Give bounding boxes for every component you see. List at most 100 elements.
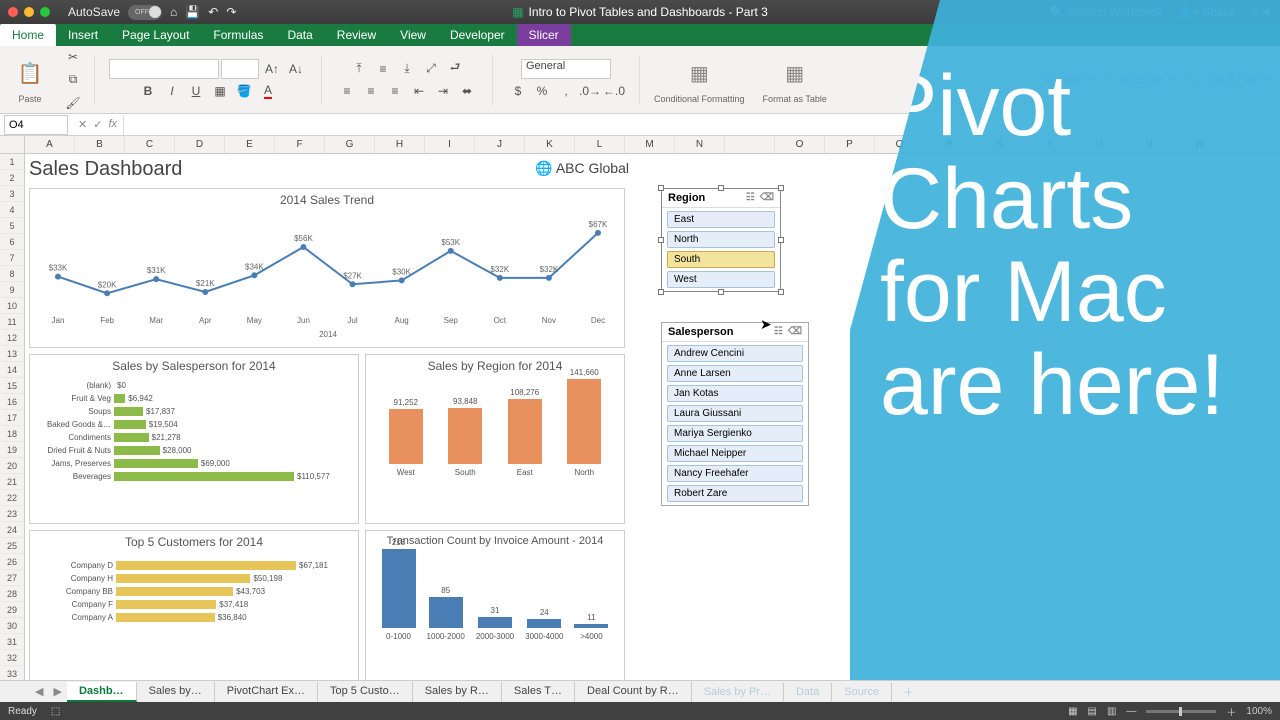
decrease-indent-icon[interactable]: ⇤ bbox=[408, 81, 430, 101]
merge-icon[interactable]: ⬌ bbox=[456, 81, 478, 101]
tab-data[interactable]: Data bbox=[275, 24, 324, 46]
copy-icon[interactable]: ⧉ bbox=[62, 70, 84, 90]
increase-decimal-icon[interactable]: .0→ bbox=[579, 81, 601, 101]
slicer-option[interactable]: Jan Kotas bbox=[667, 385, 803, 402]
font-select[interactable] bbox=[109, 59, 219, 79]
tab-nav-prev[interactable]: ◀ bbox=[30, 685, 48, 698]
new-sheet-button[interactable]: ＋ bbox=[898, 684, 919, 700]
fx-icon[interactable]: fx bbox=[108, 118, 117, 131]
row-header[interactable]: 6 bbox=[0, 234, 24, 250]
row-header[interactable]: 7 bbox=[0, 250, 24, 266]
row-header[interactable]: 24 bbox=[0, 522, 24, 538]
view-pagebreak-icon[interactable]: ▥ bbox=[1107, 706, 1116, 717]
slicer-option[interactable]: North bbox=[667, 231, 775, 248]
increase-indent-icon[interactable]: ⇥ bbox=[432, 81, 454, 101]
chart-sales-trend[interactable]: 2014 Sales Trend $33K$20K$31K$21K$34K$56… bbox=[29, 188, 625, 348]
row-header[interactable]: 15 bbox=[0, 378, 24, 394]
multiselect-icon[interactable]: ☷ bbox=[746, 192, 755, 204]
col-header[interactable]: J bbox=[475, 136, 525, 153]
row-header[interactable]: 20 bbox=[0, 458, 24, 474]
align-bottom-icon[interactable]: ⤓ bbox=[396, 59, 418, 79]
align-middle-icon[interactable]: ≡ bbox=[372, 59, 394, 79]
slicer-option[interactable]: Nancy Freehafer bbox=[667, 465, 803, 482]
align-right-icon[interactable]: ≡ bbox=[384, 81, 406, 101]
row-header[interactable]: 13 bbox=[0, 346, 24, 362]
orientation-icon[interactable]: ⤢ bbox=[420, 59, 442, 79]
row-header[interactable]: 28 bbox=[0, 586, 24, 602]
close-window-icon[interactable] bbox=[8, 7, 18, 17]
increase-font-icon[interactable]: A↑ bbox=[261, 59, 283, 79]
row-header[interactable]: 31 bbox=[0, 634, 24, 650]
slicer-option[interactable]: East bbox=[667, 211, 775, 228]
row-header[interactable]: 9 bbox=[0, 282, 24, 298]
slicer-salesperson[interactable]: Salesperson☷ ⌫ Andrew CenciniAnne Larsen… bbox=[661, 322, 809, 506]
sheet-tab[interactable]: Sales by Pr… bbox=[692, 683, 784, 701]
row-header[interactable]: 8 bbox=[0, 266, 24, 282]
row-header[interactable]: 23 bbox=[0, 506, 24, 522]
zoom-in-icon[interactable]: ＋ bbox=[1226, 704, 1236, 719]
row-header[interactable]: 2 bbox=[0, 170, 24, 186]
italic-button[interactable]: I bbox=[161, 81, 183, 101]
zoom-level[interactable]: 100% bbox=[1246, 706, 1272, 717]
row-header[interactable]: 11 bbox=[0, 314, 24, 330]
save-icon[interactable]: 💾 bbox=[185, 5, 200, 19]
home-icon[interactable]: ⌂ bbox=[170, 5, 177, 19]
row-header[interactable]: 19 bbox=[0, 442, 24, 458]
col-header[interactable] bbox=[725, 136, 775, 153]
comma-icon[interactable]: , bbox=[555, 81, 577, 101]
slicer-option[interactable]: Anne Larsen bbox=[667, 365, 803, 382]
col-header[interactable]: F bbox=[275, 136, 325, 153]
font-color-icon[interactable]: A bbox=[257, 81, 279, 101]
fill-color-icon[interactable]: 🪣 bbox=[233, 81, 255, 101]
underline-button[interactable]: U bbox=[185, 81, 207, 101]
tab-review[interactable]: Review bbox=[325, 24, 388, 46]
col-header[interactable]: L bbox=[575, 136, 625, 153]
row-header[interactable]: 22 bbox=[0, 490, 24, 506]
font-size-select[interactable] bbox=[221, 59, 259, 79]
slicer-option[interactable]: West bbox=[667, 271, 775, 288]
row-header[interactable]: 16 bbox=[0, 394, 24, 410]
tab-formulas[interactable]: Formulas bbox=[201, 24, 275, 46]
clear-filter-icon[interactable]: ⌫ bbox=[788, 326, 802, 338]
row-header[interactable]: 5 bbox=[0, 218, 24, 234]
col-header[interactable]: M bbox=[625, 136, 675, 153]
col-header[interactable]: B bbox=[75, 136, 125, 153]
align-left-icon[interactable]: ≡ bbox=[336, 81, 358, 101]
zoom-out-icon[interactable]: — bbox=[1126, 706, 1136, 717]
paste-group[interactable]: 📋 Paste bbox=[8, 51, 52, 109]
sheet-tab[interactable]: PivotChart Ex… bbox=[215, 682, 318, 702]
align-center-icon[interactable]: ≡ bbox=[360, 81, 382, 101]
col-header[interactable]: N bbox=[675, 136, 725, 153]
accept-formula-icon[interactable]: ✓ bbox=[93, 118, 102, 131]
sheet-tab[interactable]: Data bbox=[784, 683, 832, 701]
autosave-toggle[interactable]: OFF bbox=[128, 5, 162, 20]
slicer-option[interactable]: Robert Zare bbox=[667, 485, 803, 502]
sheet-tab[interactable]: Dashb… bbox=[67, 682, 137, 702]
minimize-window-icon[interactable] bbox=[24, 7, 34, 17]
multiselect-icon[interactable]: ☷ bbox=[774, 326, 783, 338]
bold-button[interactable]: B bbox=[137, 81, 159, 101]
slicer-option[interactable]: South bbox=[667, 251, 775, 268]
col-header[interactable]: I bbox=[425, 136, 475, 153]
align-top-icon[interactable]: ⤒ bbox=[348, 59, 370, 79]
view-normal-icon[interactable]: ▦ bbox=[1068, 706, 1077, 717]
view-layout-icon[interactable]: ▤ bbox=[1088, 706, 1097, 717]
slicer-region[interactable]: Region☷ ⌫ EastNorthSouthWest bbox=[661, 188, 781, 292]
tab-view[interactable]: View bbox=[388, 24, 438, 46]
slicer-option[interactable]: Laura Giussani bbox=[667, 405, 803, 422]
row-header[interactable]: 18 bbox=[0, 426, 24, 442]
format-as-table-button[interactable]: ▦Format as Table bbox=[759, 51, 831, 109]
row-header[interactable]: 17 bbox=[0, 410, 24, 426]
zoom-slider[interactable] bbox=[1146, 710, 1216, 713]
row-header[interactable]: 4 bbox=[0, 202, 24, 218]
clear-filter-icon[interactable]: ⌫ bbox=[760, 192, 774, 204]
tab-developer[interactable]: Developer bbox=[438, 24, 517, 46]
sheet-tab[interactable]: Sales T… bbox=[502, 682, 575, 702]
conditional-formatting-button[interactable]: ▦Conditional Formatting bbox=[650, 51, 749, 109]
col-header[interactable]: A bbox=[25, 136, 75, 153]
select-all-corner[interactable] bbox=[0, 136, 25, 153]
tab-nav-next[interactable]: ▶ bbox=[48, 685, 66, 698]
slicer-option[interactable]: Andrew Cencini bbox=[667, 345, 803, 362]
tab-insert[interactable]: Insert bbox=[56, 24, 110, 46]
sheet-tab[interactable]: Source bbox=[832, 683, 892, 701]
